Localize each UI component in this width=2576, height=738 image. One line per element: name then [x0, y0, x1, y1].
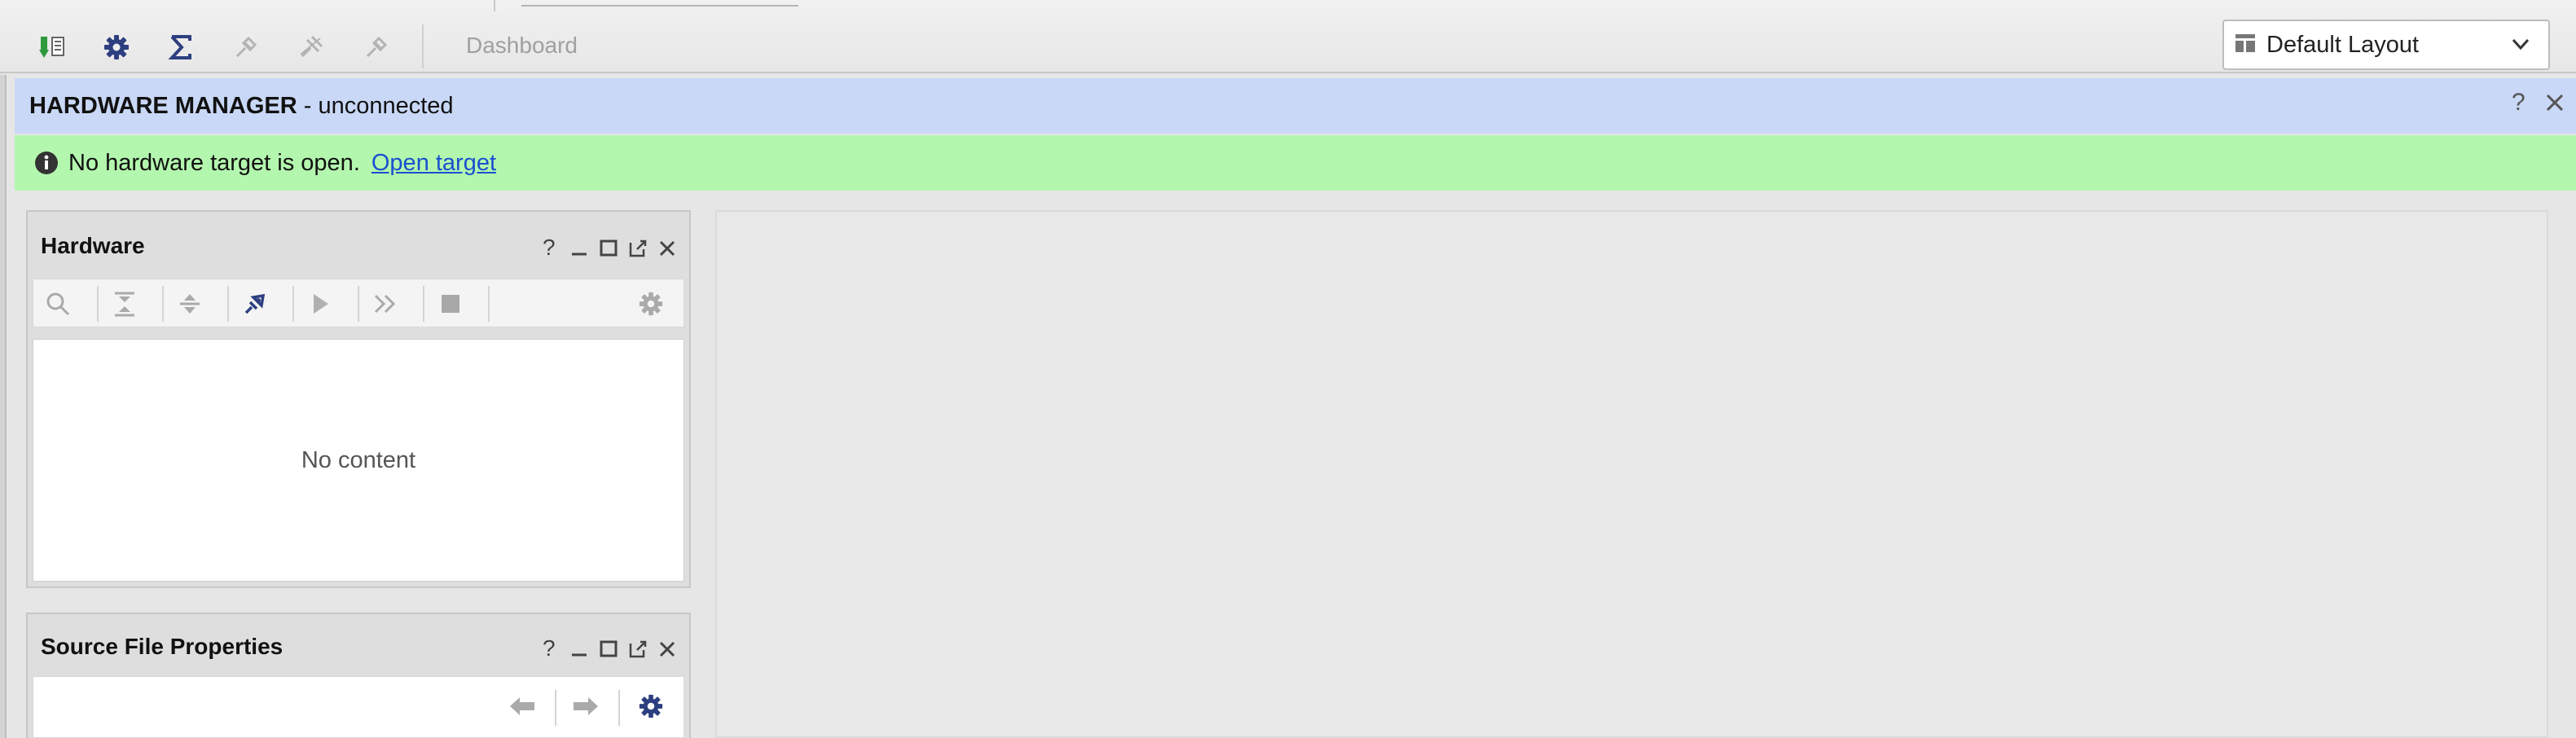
layout-grid-icon [2235, 33, 2255, 56]
help-icon[interactable]: ? [2509, 89, 2530, 121]
disabled-tool-icon[interactable] [354, 24, 399, 70]
info-message: No hardware target is open. [68, 149, 360, 176]
expand-all-icon[interactable] [172, 286, 208, 322]
disabled-tool-icon[interactable] [288, 24, 334, 70]
hardware-panel: Hardware ? No content [26, 210, 691, 588]
maximize-icon[interactable] [600, 637, 618, 664]
search-icon[interactable] [40, 286, 76, 322]
toolbar-separator [292, 286, 294, 322]
hardware-manager-header: HARDWARE MANAGER - unconnected ? [15, 78, 2576, 134]
collapse-all-icon[interactable] [107, 286, 143, 322]
toolbar-separator [423, 286, 424, 322]
tab-indicator [521, 0, 798, 7]
back-arrow-icon[interactable] [504, 688, 540, 724]
toolbar-separator [162, 286, 164, 322]
gear-icon[interactable] [94, 24, 139, 70]
dashboard-button[interactable]: Dashboard [466, 33, 578, 59]
toolbar-divider [494, 0, 495, 11]
minimize-icon[interactable] [570, 637, 588, 664]
app-window: Dashboard Default Layout HARDWARE MANAGE… [0, 0, 2576, 738]
close-icon[interactable] [658, 637, 676, 664]
minimize-icon[interactable] [570, 236, 588, 263]
empty-content-text: No content [301, 446, 416, 473]
forward-arrow-icon[interactable] [568, 688, 604, 724]
stop-icon[interactable] [433, 286, 468, 322]
help-icon[interactable]: ? [541, 635, 559, 664]
source-toolbar [33, 676, 684, 738]
left-edge-bar [0, 75, 7, 738]
toolbar-separator [227, 286, 229, 322]
fast-forward-icon[interactable] [367, 286, 403, 322]
open-target-link[interactable]: Open target [371, 150, 496, 177]
connection-status: - unconnected [297, 92, 454, 119]
toolbar-separator [555, 690, 556, 726]
help-icon[interactable]: ? [541, 235, 559, 263]
float-icon[interactable] [629, 637, 647, 664]
sigma-icon[interactable] [158, 24, 204, 70]
info-bar: No hardware target is open. Open target [15, 135, 2576, 191]
main-toolbar: Dashboard Default Layout [0, 0, 2576, 73]
svg-text:?: ? [2512, 90, 2525, 114]
program-device-icon[interactable] [29, 24, 75, 70]
close-icon[interactable] [2545, 92, 2565, 119]
toolbar-separator [422, 24, 424, 68]
hardware-panel-title: Hardware [41, 233, 145, 258]
svg-text:?: ? [543, 236, 556, 259]
disabled-tool-icon[interactable] [223, 24, 269, 70]
auto-connect-icon[interactable] [237, 286, 273, 322]
toolbar-separator [488, 286, 490, 322]
maximize-icon[interactable] [600, 236, 618, 263]
run-icon[interactable] [302, 286, 338, 322]
toolbar-separator [97, 286, 99, 322]
source-file-properties-panel: Source File Properties ? [26, 613, 691, 738]
source-panel-title: Source File Properties [41, 634, 284, 659]
toolbar-separator [618, 690, 620, 726]
workspace-area [715, 210, 2548, 738]
hardware-tree[interactable]: No content [33, 339, 684, 582]
settings-gear-icon[interactable] [633, 688, 669, 724]
close-icon[interactable] [658, 236, 676, 263]
float-icon[interactable] [629, 236, 647, 263]
info-icon [34, 151, 59, 175]
page-title: HARDWARE MANAGER [29, 92, 297, 119]
layout-select-value: Default Layout [2266, 31, 2420, 58]
chevron-down-icon [2509, 33, 2532, 59]
toolbar-separator [358, 286, 359, 322]
hardware-toolbar [33, 279, 684, 327]
svg-text:?: ? [543, 637, 556, 660]
layout-select[interactable]: Default Layout [2222, 20, 2550, 70]
settings-gear-icon[interactable] [633, 286, 669, 322]
